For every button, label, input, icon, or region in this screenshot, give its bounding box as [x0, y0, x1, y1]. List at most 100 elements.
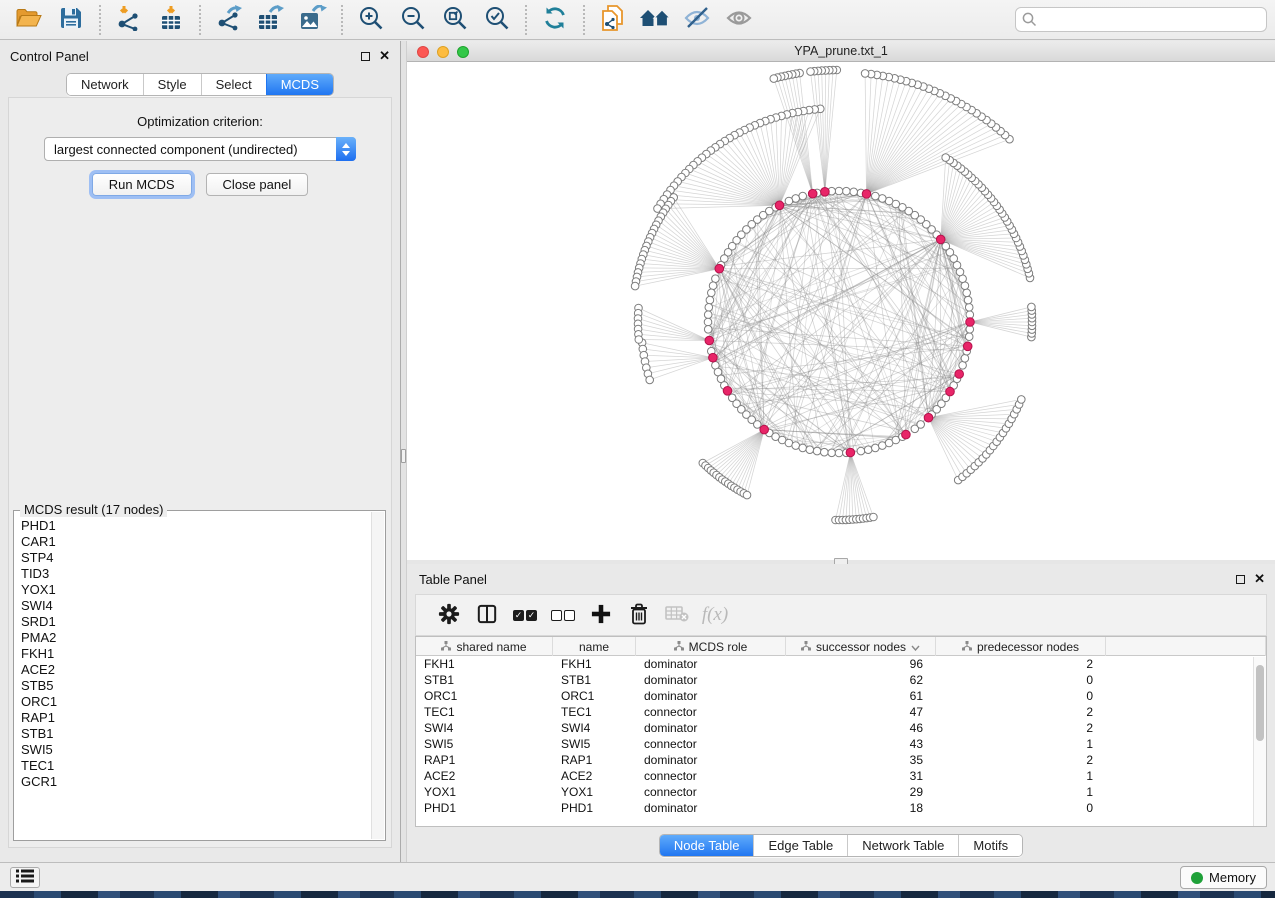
network-node[interactable]: [708, 289, 716, 297]
table-cell[interactable]: ACE2: [553, 768, 636, 784]
network-node[interactable]: [965, 333, 973, 341]
table-cell[interactable]: YOX1: [416, 784, 553, 800]
column-header-mcds-role[interactable]: MCDS role: [636, 637, 786, 656]
dominator-node[interactable]: [846, 448, 855, 457]
table-cell[interactable]: 62: [786, 672, 936, 688]
table-cell[interactable]: ORC1: [416, 688, 553, 704]
network-node[interactable]: [959, 362, 967, 370]
table-scrollbar-thumb[interactable]: [1256, 665, 1264, 741]
column-header-predecessor-nodes[interactable]: predecessor nodes: [936, 637, 1106, 656]
table-cell[interactable]: connector: [636, 768, 786, 784]
table-cell[interactable]: connector: [636, 736, 786, 752]
network-node[interactable]: [857, 447, 865, 455]
network-node[interactable]: [963, 289, 971, 297]
network-node[interactable]: [861, 70, 869, 78]
mcds-result-item[interactable]: SWI5: [21, 742, 371, 758]
table-cell[interactable]: dominator: [636, 720, 786, 736]
network-node[interactable]: [706, 296, 714, 304]
table-cell[interactable]: PHD1: [553, 800, 636, 816]
dominator-node[interactable]: [715, 264, 724, 273]
mcds-result-item[interactable]: GCR1: [21, 774, 371, 790]
network-node[interactable]: [792, 442, 800, 450]
table-cell[interactable]: TEC1: [416, 704, 553, 720]
table-cell[interactable]: SWI5: [553, 736, 636, 752]
table-cell[interactable]: FKH1: [553, 656, 636, 672]
table-cell[interactable]: 2: [936, 752, 1106, 768]
mcds-result-item[interactable]: STP4: [21, 550, 371, 566]
network-node[interactable]: [1018, 396, 1026, 404]
network-node[interactable]: [1028, 303, 1036, 311]
select-all-button[interactable]: ✓✓: [506, 597, 544, 633]
dominator-node[interactable]: [862, 190, 871, 199]
network-node[interactable]: [961, 282, 969, 290]
duplicate-network-button[interactable]: [592, 3, 634, 37]
network-node[interactable]: [635, 336, 643, 344]
network-node[interactable]: [872, 192, 880, 200]
table-cell[interactable]: 61: [786, 688, 936, 704]
zoom-selected-button[interactable]: [476, 3, 518, 37]
tab-motifs[interactable]: Motifs: [958, 835, 1022, 856]
close-panel-icon[interactable]: ✕: [379, 51, 390, 61]
network-node[interactable]: [879, 195, 887, 203]
table-cell[interactable]: RAP1: [553, 752, 636, 768]
table-cell[interactable]: [1106, 656, 1266, 672]
table-cell[interactable]: 1: [936, 768, 1106, 784]
table-cell[interactable]: 0: [936, 800, 1106, 816]
table-row[interactable]: STB1STB1dominator620: [416, 672, 1266, 688]
show-columns-button[interactable]: [468, 597, 506, 633]
network-node[interactable]: [770, 75, 778, 83]
table-row[interactable]: PHD1PHD1dominator180: [416, 800, 1266, 816]
zoom-out-button[interactable]: [392, 3, 434, 37]
table-row[interactable]: FKH1FKH1dominator962: [416, 656, 1266, 672]
table-cell[interactable]: [1106, 688, 1266, 704]
table-row[interactable]: SWI5SWI5connector431: [416, 736, 1266, 752]
first-neighbors-button[interactable]: [634, 3, 676, 37]
mcds-result-item[interactable]: SRD1: [21, 614, 371, 630]
tab-network-table[interactable]: Network Table: [847, 835, 958, 856]
dominator-node[interactable]: [709, 353, 718, 362]
network-node[interactable]: [704, 311, 712, 319]
network-node[interactable]: [828, 449, 836, 457]
table-cell[interactable]: YOX1: [553, 784, 636, 800]
network-node[interactable]: [631, 282, 639, 290]
network-node[interactable]: [646, 376, 654, 384]
dominator-node[interactable]: [821, 188, 830, 197]
network-node[interactable]: [799, 192, 807, 200]
table-cell[interactable]: [1106, 784, 1266, 800]
tab-mcds[interactable]: MCDS: [266, 74, 333, 95]
table-cell[interactable]: SWI4: [553, 720, 636, 736]
table-cell[interactable]: SWI5: [416, 736, 553, 752]
column-header-name[interactable]: name: [553, 637, 636, 656]
dominator-node[interactable]: [723, 387, 732, 396]
mcds-result-item[interactable]: PMA2: [21, 630, 371, 646]
dominator-node[interactable]: [902, 430, 911, 439]
table-cell[interactable]: 1: [936, 784, 1106, 800]
table-cell[interactable]: 0: [936, 672, 1106, 688]
dominator-node[interactable]: [760, 425, 769, 434]
table-cell[interactable]: connector: [636, 784, 786, 800]
network-node[interactable]: [870, 513, 878, 521]
table-cell[interactable]: dominator: [636, 688, 786, 704]
memory-button[interactable]: Memory: [1180, 866, 1267, 889]
table-cell[interactable]: [1106, 736, 1266, 752]
tab-edge-table[interactable]: Edge Table: [753, 835, 847, 856]
table-cell[interactable]: 47: [786, 704, 936, 720]
table-cell[interactable]: 1: [936, 736, 1106, 752]
mcds-result-item[interactable]: CAR1: [21, 534, 371, 550]
network-node[interactable]: [850, 188, 858, 196]
table-cell[interactable]: 2: [936, 720, 1106, 736]
table-cell[interactable]: [1106, 768, 1266, 784]
dominator-node[interactable]: [955, 370, 964, 379]
mcds-result-item[interactable]: RAP1: [21, 710, 371, 726]
vertical-splitter[interactable]: [400, 41, 407, 862]
network-node[interactable]: [813, 447, 821, 455]
table-row[interactable]: ORC1ORC1dominator610: [416, 688, 1266, 704]
table-options-button[interactable]: [430, 597, 468, 633]
table-cell[interactable]: 0: [936, 688, 1106, 704]
table-cell[interactable]: 35: [786, 752, 936, 768]
table-cell[interactable]: 2: [936, 704, 1106, 720]
window-close-icon[interactable]: [417, 46, 429, 58]
export-network-button[interactable]: [208, 3, 250, 37]
mcds-result-item[interactable]: FKH1: [21, 646, 371, 662]
hide-selected-button[interactable]: [676, 3, 718, 37]
